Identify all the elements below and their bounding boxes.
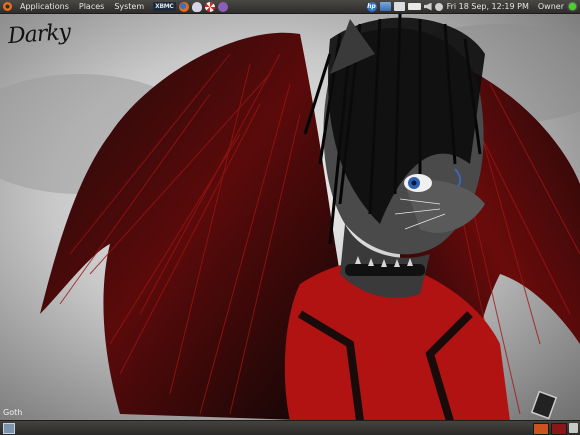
clock-icon — [434, 2, 443, 11]
workspace-switcher — [533, 423, 578, 435]
network-icon[interactable] — [379, 2, 391, 11]
game-icon[interactable] — [217, 1, 228, 12]
clock[interactable]: Fri 18 Sep, 12:19 PM — [447, 2, 529, 11]
wallpaper-art — [0, 14, 580, 421]
artist-signature: Darky — [7, 19, 71, 50]
workspace-2[interactable] — [551, 423, 567, 435]
trash-icon[interactable] — [569, 423, 578, 433]
help-lifebuoy-icon[interactable] — [204, 1, 215, 12]
status-indicator-icon[interactable] — [569, 3, 576, 10]
show-desktop-icon[interactable] — [3, 422, 15, 434]
desktop-wallpaper: Darky Goth — [0, 14, 580, 421]
launcher-group: XBMC — [153, 1, 228, 12]
xbmc-launcher-icon[interactable]: XBMC — [153, 2, 176, 11]
user-name[interactable]: Owner — [538, 2, 564, 11]
top-panel: Applications Places System XBMC hp Fri 1… — [0, 0, 580, 14]
workspace-1[interactable] — [533, 423, 549, 435]
ubuntu-logo-icon[interactable] — [3, 2, 12, 11]
system-menu[interactable]: System — [109, 2, 149, 11]
hp-icon[interactable]: hp — [366, 1, 377, 12]
battery-icon[interactable] — [407, 3, 421, 10]
bottom-panel — [0, 420, 580, 435]
applications-menu[interactable]: Applications — [15, 2, 74, 11]
wallpaper-caption: Goth — [3, 408, 23, 417]
mail-icon[interactable] — [393, 2, 405, 11]
system-tray: hp Fri 18 Sep, 12:19 PM Owner — [366, 0, 580, 13]
places-menu[interactable]: Places — [74, 2, 109, 11]
volume-icon[interactable] — [423, 2, 432, 11]
pidgin-icon[interactable] — [191, 1, 202, 12]
firefox-icon[interactable] — [178, 1, 189, 12]
